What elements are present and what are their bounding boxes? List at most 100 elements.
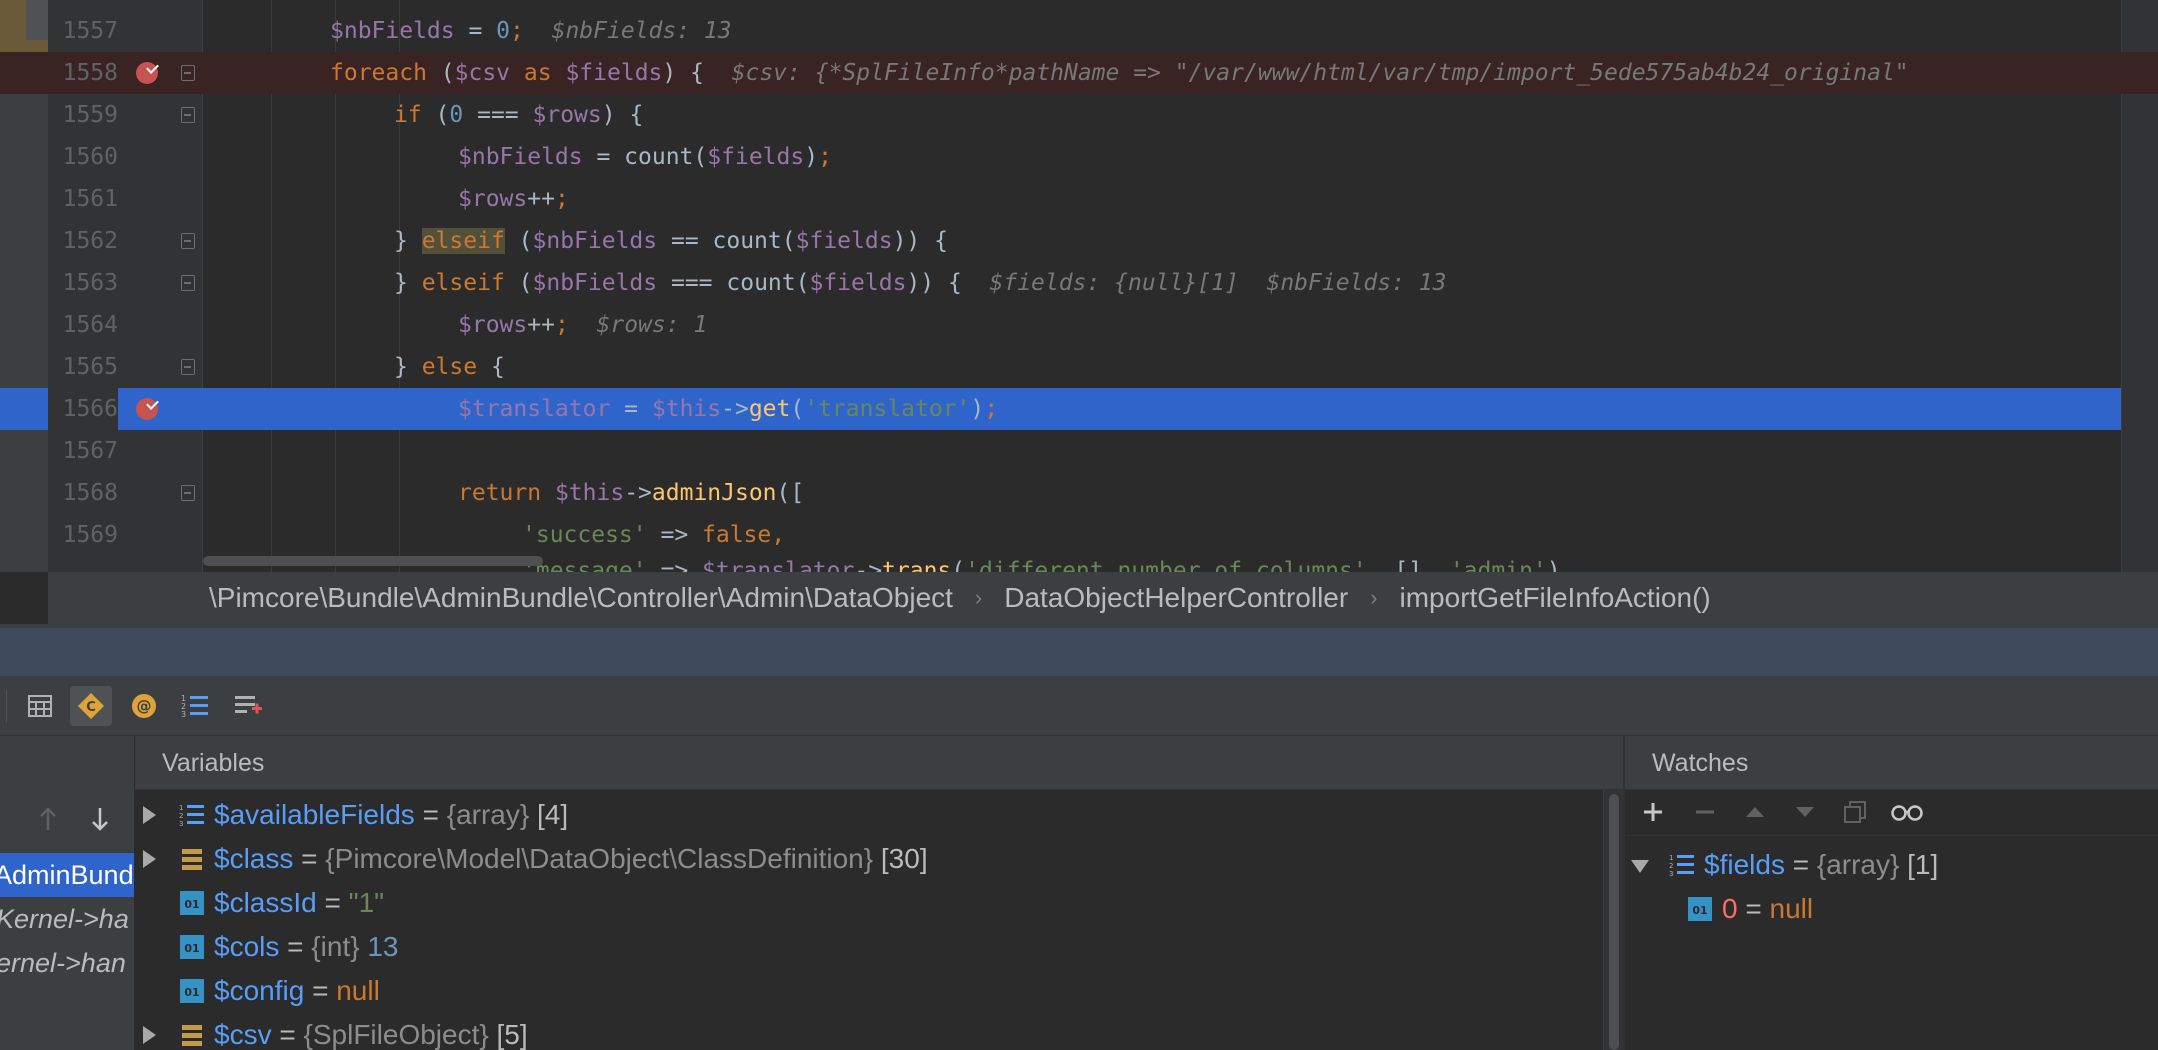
primitive-icon: 01 (1688, 897, 1712, 921)
code-editor[interactable]: 1557 $nbFields = 0; $nbFields: 13 1558 f… (0, 0, 2158, 572)
debug-tool-window-header[interactable] (0, 628, 2158, 676)
arrow-up-icon[interactable] (38, 806, 58, 837)
code-line-1567[interactable]: 1567 (0, 430, 2158, 472)
breadcrumb-separator: › (974, 585, 983, 610)
variable-name: $cols (214, 931, 280, 962)
arrow-down-icon[interactable] (90, 806, 110, 837)
frame-item[interactable]: Kernel->ha (0, 897, 134, 941)
move-up-icon[interactable] (1737, 794, 1773, 830)
code-line-1564[interactable]: 1564 $rows++; $rows: 1 (0, 304, 2158, 346)
frame-item[interactable]: AdminBundle (0, 853, 134, 897)
inline-debug-hint: $fields: {null}[1] (989, 270, 1239, 296)
breadcrumb-class[interactable]: DataObjectHelperController (1004, 582, 1348, 614)
svg-text:C: C (86, 700, 96, 715)
code-token: $rows (458, 186, 528, 212)
glasses-icon[interactable] (1887, 794, 1927, 830)
inline-debug-hint: $csv: {*SplFileInfo*pathName => "/var/ww… (731, 60, 1909, 86)
code-token: $fields (809, 270, 907, 296)
code-token: if (394, 102, 422, 128)
variables-title: Variables (135, 736, 1623, 790)
numbered-list-icon[interactable]: 123 (174, 686, 216, 726)
code-line-1557[interactable]: 1557 $nbFields = 0; $nbFields: 13 (0, 10, 2158, 52)
breakpoint-icon[interactable] (136, 398, 158, 420)
primitive-icon: 01 (180, 891, 204, 915)
watch-row[interactable]: 123 $fields = {array} [1] (1625, 843, 2155, 887)
breakpoint-icon[interactable] (136, 62, 158, 84)
at-sign-icon[interactable]: @ (123, 686, 165, 726)
variable-row[interactable]: 123 $availableFields = {array} [4] (135, 793, 1595, 837)
variables-scrollbar[interactable] (1603, 790, 1623, 1050)
variable-row[interactable]: 01 $classId = "1" (135, 881, 1595, 925)
code-line-1568[interactable]: 1568 return $this->adminJson([ (0, 472, 2158, 514)
variable-name: $csv (214, 1019, 272, 1050)
fold-icon[interactable] (181, 65, 195, 81)
variable-value: [30] (880, 843, 928, 874)
code-line-1566-current[interactable]: 1566 $translator = $this->get('translato… (0, 388, 2121, 430)
expand-arrow-icon[interactable] (143, 806, 156, 824)
frame-label: Kernel->ha (0, 904, 129, 934)
code-token: false (702, 522, 772, 548)
code-line-1569[interactable]: 1569 'success' => false, (0, 514, 2158, 556)
watches-list[interactable]: 123 $fields = {array} [1] 01 0 = null (1625, 837, 2158, 1050)
breadcrumb-method[interactable]: importGetFileInfoAction() (1400, 582, 1711, 614)
add-watch-list-icon[interactable] (227, 686, 269, 726)
frame-item[interactable]: ernel->han (0, 941, 134, 985)
fold-icon[interactable] (181, 485, 195, 501)
watch-row[interactable]: 01 0 = null (1663, 887, 2153, 931)
variables-pane[interactable]: Variables 123 $availableFields = {array}… (135, 736, 1623, 1050)
variable-type: {int} (311, 931, 360, 962)
variable-name: $config (214, 975, 305, 1006)
code-token: $translator (702, 558, 855, 572)
variable-row[interactable]: $csv = {SplFileObject} [5] (135, 1013, 1595, 1050)
fold-icon[interactable] (181, 107, 195, 123)
expand-arrow-icon[interactable] (143, 1026, 156, 1044)
svg-text:3: 3 (1669, 870, 1673, 878)
variable-row[interactable]: 01 $config = null (135, 969, 1595, 1013)
expand-arrow-icon[interactable] (143, 850, 156, 868)
add-watch-icon[interactable] (1635, 794, 1671, 830)
calculator-icon[interactable] (19, 686, 61, 726)
code-line-1559[interactable]: 1559 if (0 === $rows) { (0, 94, 2158, 136)
line-number: 1568 (62, 480, 118, 506)
code-line-1561[interactable]: 1561 $rows++; (0, 178, 2158, 220)
variable-value: 13 (367, 931, 399, 962)
variable-eq: = (301, 843, 318, 874)
line-number: 1560 (62, 144, 118, 170)
line-number: 1558 (62, 60, 118, 86)
collapse-arrow-icon[interactable] (1631, 860, 1649, 873)
svg-text:1: 1 (179, 804, 183, 812)
code-line-1560[interactable]: 1560 $nbFields = count($fields); (0, 136, 2158, 178)
fold-icon[interactable] (181, 359, 195, 375)
watches-pane[interactable]: Watches 123 $fields = {array} [1] 01 0 =… (1623, 736, 2158, 1050)
inline-debug-hint: $nbFields: 13 (1266, 270, 1447, 296)
code-token: elseif (421, 270, 505, 296)
code-line-1565[interactable]: 1565 } else { (0, 346, 2158, 388)
code-token: else (421, 354, 478, 380)
watches-title: Watches (1625, 736, 2158, 790)
code-token: as (523, 60, 552, 86)
watch-eq: = (1745, 893, 1762, 924)
scrollbar-thumb[interactable] (1609, 794, 1619, 1050)
fold-icon[interactable] (181, 275, 195, 291)
remove-watch-icon[interactable] (1687, 794, 1723, 830)
variable-row[interactable]: 01 $cols = {int} 13 (135, 925, 1595, 969)
code-token: trans (882, 558, 952, 572)
breadcrumb-namespace[interactable]: \Pimcore\Bundle\AdminBundle\Controller\A… (209, 582, 953, 614)
move-down-icon[interactable] (1787, 794, 1823, 830)
code-line-1562[interactable]: 1562 } elseif ($nbFields == count($field… (0, 220, 2158, 262)
code-line-1563[interactable]: 1563 } elseif ($nbFields === count($fiel… (0, 262, 2158, 304)
fold-icon[interactable] (181, 233, 195, 249)
line-number: 1565 (62, 354, 118, 380)
variable-type: {SplFileObject} (303, 1019, 489, 1050)
code-token: 'translator' (804, 396, 971, 422)
code-token: 'success' (522, 522, 647, 548)
code-token: $nbFields (532, 270, 658, 296)
code-line-1558[interactable]: 1558 foreach ($csv as $fields) { $csv: {… (0, 52, 2158, 94)
frames-pane[interactable]: AdminBundle Kernel->ha ernel->han (0, 736, 135, 1050)
code-token: $fields (707, 144, 805, 170)
copy-watch-icon[interactable] (1837, 794, 1873, 830)
variable-row[interactable]: $class = {Pimcore\Model\DataObject\Class… (135, 837, 1595, 881)
horizontal-scrollbar-thumb[interactable] (203, 556, 543, 566)
variable-eq: = (422, 799, 439, 830)
class-constants-icon[interactable]: C (70, 686, 112, 726)
